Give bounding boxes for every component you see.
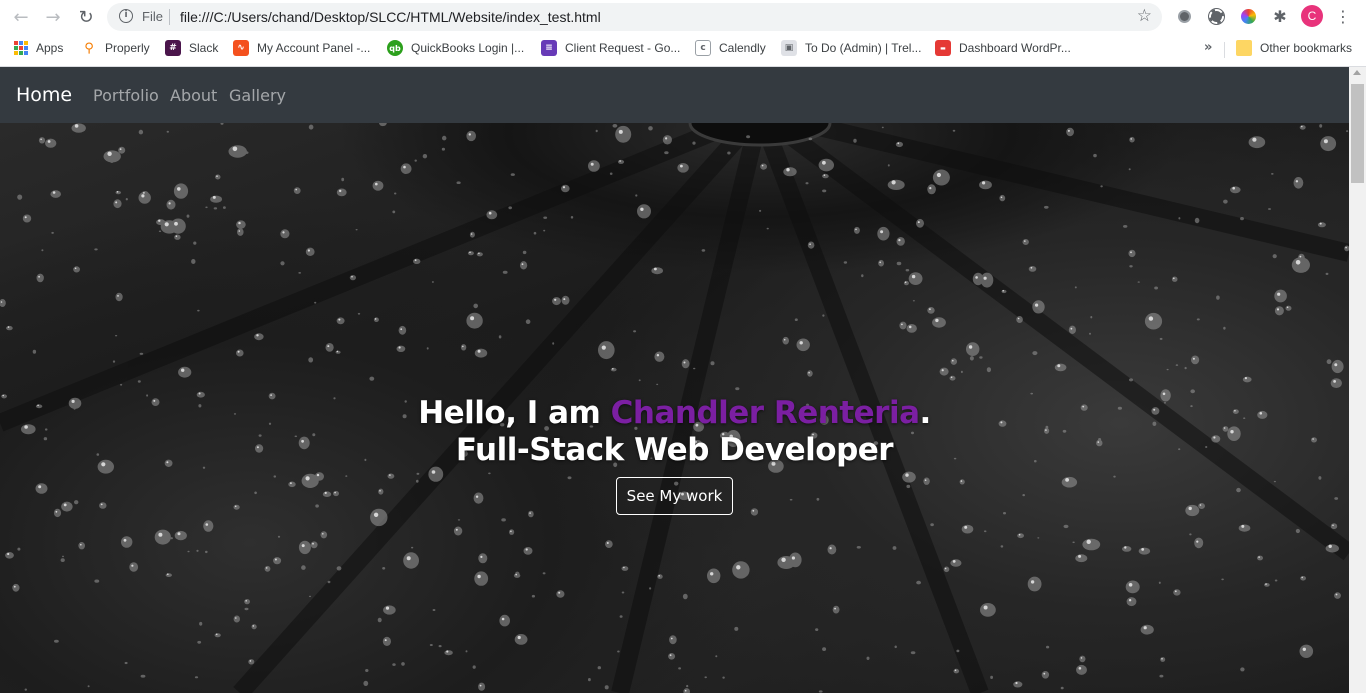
forward-arrow-icon[interactable]: → <box>41 5 65 29</box>
bookmark-account-panel[interactable]: ∿ My Account Panel -... <box>233 38 370 58</box>
bookmark-label: Properly <box>105 41 150 55</box>
hero-name: Chandler Renteria <box>610 395 920 431</box>
extension-color-wheel-icon[interactable] <box>1238 6 1258 26</box>
quickbooks-icon: qb <box>387 40 403 56</box>
bookmark-quickbooks[interactable]: qb QuickBooks Login |... <box>387 38 524 58</box>
see-my-work-button[interactable]: See My work <box>616 477 733 515</box>
trello-icon: ▣ <box>781 40 797 56</box>
bookmark-label: Other bookmarks <box>1260 41 1353 55</box>
bookmark-slack[interactable]: # Slack <box>165 38 218 58</box>
bookmarks-divider <box>1224 42 1225 58</box>
browser-menu-icon[interactable]: ⋮ <box>1335 5 1351 27</box>
bookmark-label: My Account Panel -... <box>257 41 371 55</box>
bookmark-label: Slack <box>189 41 219 55</box>
nav-link-gallery[interactable]: Gallery <box>229 86 286 105</box>
info-icon[interactable]: i <box>119 9 133 23</box>
extension-reel-icon[interactable] <box>1206 6 1226 26</box>
wordpress-icon: ▬ <box>935 40 951 56</box>
bookmark-star-icon[interactable]: ☆ <box>1137 6 1152 26</box>
extensions-puzzle-icon[interactable]: ✱ <box>1270 6 1290 26</box>
browser-toolbar: ← → ↻ i File file:///C:/Users/chand/Desk… <box>0 0 1366 34</box>
page-scrollbar[interactable] <box>1349 67 1366 693</box>
extension-circle-icon[interactable] <box>1174 6 1194 26</box>
address-bar[interactable]: i File file:///C:/Users/chand/Desktop/SL… <box>107 3 1162 31</box>
hero-section: Hello, I am Chandler Renteria. Full-Stac… <box>0 123 1349 693</box>
more-bookmarks-chevron-icon[interactable]: » <box>1204 40 1212 55</box>
account-panel-icon: ∿ <box>233 40 249 56</box>
bookmark-label: QuickBooks Login |... <box>411 41 525 55</box>
hero-greeting-suffix: . <box>919 395 932 431</box>
properly-icon: ⚲ <box>84 40 94 56</box>
hero-greeting-prefix: Hello, I am <box>418 395 611 431</box>
bookmark-label: Calendly <box>719 41 766 55</box>
profile-avatar[interactable]: C <box>1301 5 1323 27</box>
web-page: Home Portfolio About Gallery Hello, I am… <box>0 67 1349 693</box>
nav-link-portfolio[interactable]: Portfolio <box>93 86 159 105</box>
hero-subtitle: Full-Stack Web Developer <box>455 432 894 468</box>
nav-link-about[interactable]: About <box>170 86 217 105</box>
bookmark-calendly[interactable]: c Calendly <box>695 38 766 58</box>
address-divider <box>169 9 170 25</box>
bookmark-properly[interactable]: ⚲ Properly <box>81 38 150 58</box>
bookmark-label: Client Request - Go... <box>565 41 681 55</box>
bookmark-client-request[interactable]: ≡ Client Request - Go... <box>541 38 680 58</box>
reload-icon[interactable]: ↻ <box>74 5 98 29</box>
scroll-up-arrow-icon[interactable] <box>1353 70 1361 75</box>
bookmark-wordpress[interactable]: ▬ Dashboard WordPr... <box>935 38 1071 58</box>
site-navbar: Home Portfolio About Gallery <box>0 67 1349 123</box>
nav-brand-home[interactable]: Home <box>16 84 72 106</box>
address-url[interactable]: file:///C:/Users/chand/Desktop/SLCC/HTML… <box>180 9 601 25</box>
calendly-icon: c <box>695 40 711 56</box>
slack-icon: # <box>165 40 181 56</box>
google-forms-icon: ≡ <box>541 40 557 56</box>
bookmark-label: Dashboard WordPr... <box>959 41 1071 55</box>
bookmark-apps[interactable]: Apps <box>14 38 63 58</box>
bookmark-label: Apps <box>36 41 64 55</box>
address-scheme: File <box>142 9 163 24</box>
scrollbar-thumb[interactable] <box>1351 84 1364 183</box>
bookmarks-bar: Apps ⚲ Properly # Slack ∿ My Account Pan… <box>0 34 1366 62</box>
bookmark-trello[interactable]: ▣ To Do (Admin) | Trel... <box>781 38 921 58</box>
hero-greeting: Hello, I am Chandler Renteria. <box>0 395 1349 431</box>
bookmark-label: To Do (Admin) | Trel... <box>805 41 922 55</box>
bookmark-other[interactable]: Other bookmarks <box>1236 38 1352 58</box>
apps-icon <box>14 41 28 55</box>
back-arrow-icon[interactable]: ← <box>9 5 33 29</box>
folder-icon <box>1236 40 1252 56</box>
